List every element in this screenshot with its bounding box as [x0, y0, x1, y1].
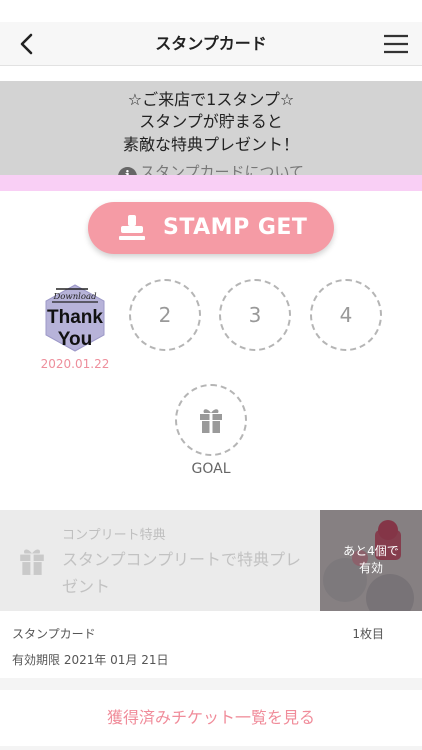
- card-type-label: スタンプカード: [12, 627, 96, 641]
- stamp-slot-2: 2: [129, 279, 201, 351]
- stamp-badge-small-text: Download: [52, 292, 97, 302]
- card-expiry: 有効期限 2021年 01月 21日: [12, 653, 169, 667]
- stamp-badge-line-2: You: [58, 329, 92, 350]
- stamp-slot-3: 3: [219, 279, 291, 351]
- goal-label: GOAL: [191, 461, 231, 477]
- stamp-icon: [119, 215, 145, 240]
- stamp-slot-1: Download Thank You: [40, 283, 110, 353]
- info-line-3: 素敵な特典プレゼント！: [122, 135, 299, 154]
- page-title: スタンプカード: [155, 34, 267, 53]
- acquired-tickets-link[interactable]: 獲得済みチケット一覧を見る: [0, 690, 422, 746]
- complete-reward-row[interactable]: コンプリート特典 スタンプコンプリートで特典プレゼント あと4個で 有効: [0, 510, 422, 611]
- stamp-slot-goal: [175, 384, 247, 456]
- gift-icon: [200, 409, 222, 433]
- pink-divider: [0, 175, 422, 191]
- reward-remaining-line-1: あと4個で: [343, 544, 399, 558]
- reward-remaining-overlay: あと4個で 有効: [320, 510, 422, 611]
- info-line-1: ☆ご来店で1スタンプ☆: [127, 90, 295, 109]
- reward-remaining-line-2: 有効: [358, 561, 383, 575]
- info-line-2: スタンプが貯まると: [139, 112, 283, 131]
- stamp-badge-line-1: Thank: [47, 307, 103, 328]
- reward-photo: あと4個で 有効: [320, 510, 422, 611]
- hamburger-menu-icon[interactable]: [382, 31, 410, 57]
- status-bar: [0, 0, 422, 22]
- gift-icon: [20, 549, 44, 575]
- complete-reward-text: スタンプコンプリートで特典プレゼント: [62, 550, 302, 596]
- stamp-get-label: STAMP GET: [163, 215, 308, 240]
- thank-you-stamp: Download Thank You: [45, 284, 105, 352]
- stamp-get-button[interactable]: STAMP GET: [88, 202, 334, 254]
- card-count: 1枚目: [352, 627, 384, 641]
- complete-reward-tag: コンプリート特典: [62, 528, 166, 543]
- stamp-slot-4: 4: [310, 279, 382, 351]
- navigation-bar: スタンプカード: [0, 22, 422, 66]
- stamp-card: ☆ご来店で1スタンプ☆ スタンプが貯まると 素敵な特典プレゼント！ iスタンプカ…: [0, 66, 422, 678]
- stamp-date: 2020.01.22: [40, 357, 110, 371]
- info-banner: ☆ご来店で1スタンプ☆ スタンプが貯まると 素敵な特典プレゼント！ iスタンプカ…: [0, 81, 422, 186]
